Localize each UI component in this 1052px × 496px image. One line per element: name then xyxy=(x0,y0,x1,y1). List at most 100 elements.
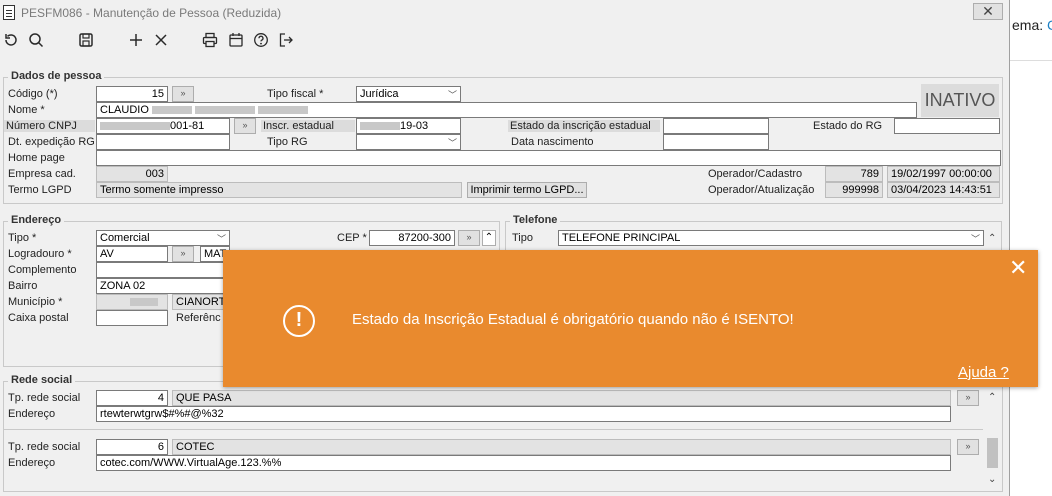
add-icon[interactable] xyxy=(125,27,147,53)
toolbar xyxy=(0,27,1009,55)
rede-tp-name-field: QUE PASA xyxy=(172,390,951,406)
nome-label: Nome * xyxy=(8,104,45,116)
tipo-rg-label: Tipo RG xyxy=(267,136,308,148)
cnpj-label: Número CNPJ xyxy=(4,120,95,132)
home-page-field[interactable] xyxy=(96,150,1001,166)
endereco-scroll-up[interactable]: ⌃ xyxy=(482,230,496,246)
rede-tp-code-field[interactable]: 4 xyxy=(96,390,168,406)
window-title: PESFM086 - Manutenção de Pessoa (Reduzid… xyxy=(21,6,282,20)
bairro-field[interactable]: ZONA 02 xyxy=(96,278,230,294)
scrollbar-thumb[interactable] xyxy=(987,438,998,468)
search-icon[interactable] xyxy=(25,27,47,53)
codigo-label: Código (*) xyxy=(8,88,58,100)
dados-pessoa-title: Dados de pessoa xyxy=(8,70,105,82)
telefone-title: Telefone xyxy=(510,214,561,226)
rede-endereco-field[interactable]: rtewterwtgrw$#%#@%32 xyxy=(96,406,951,422)
estado-inscricao-label: Estado da inscrição estadual xyxy=(508,120,660,132)
rede-lookup-button[interactable]: » xyxy=(957,439,979,455)
inscr-estadual-label: Inscr. estadual xyxy=(261,120,355,132)
tipo-rg-select[interactable]: ﹀ xyxy=(356,134,461,150)
municipio-name-field: CIANORT xyxy=(172,294,230,310)
rede-endereco-field[interactable]: cotec.com/WWW.VirtualAge.123.%% xyxy=(96,455,951,471)
chevron-down-icon: ﹀ xyxy=(447,90,457,100)
window-close-button[interactable]: ✕ xyxy=(973,3,1003,20)
rede-lookup-button[interactable]: » xyxy=(957,390,979,406)
rede-social-title: Rede social xyxy=(8,374,76,386)
alert-icon: ! xyxy=(283,305,315,337)
data-nascimento-label: Data nascimento xyxy=(511,136,594,148)
logradouro-lookup-button[interactable]: » xyxy=(172,246,194,262)
delete-icon[interactable] xyxy=(150,27,172,53)
title-bar: PESFM086 - Manutenção de Pessoa (Reduzid… xyxy=(0,0,1009,26)
tipo-fiscal-select[interactable]: Jurídica ﹀ xyxy=(356,86,461,102)
logradouro-label: Logradouro * xyxy=(8,248,72,260)
caixa-postal-label: Caixa postal xyxy=(8,312,69,324)
toast-message: Estado da Inscrição Estadual é obrigatór… xyxy=(352,311,794,328)
complemento-label: Complemento xyxy=(8,264,77,276)
logradouro-tipo-field[interactable]: AV xyxy=(96,246,168,262)
termo-lgpd-label: Termo LGPD xyxy=(8,184,72,196)
estado-rg-label: Estado do RG xyxy=(813,120,883,132)
main-window: PESFM086 - Manutenção de Pessoa (Reduzid… xyxy=(0,0,1010,496)
empresa-field: 003 xyxy=(96,166,168,182)
rede-tp-label: Tp. rede social xyxy=(8,441,81,453)
rede-endereco-label: Endereço xyxy=(8,457,56,469)
imprimir-termo-button[interactable]: Imprimir termo LGPD... xyxy=(467,182,587,198)
cnpj-lookup-button[interactable]: » xyxy=(234,118,256,134)
cep-lookup-button[interactable]: » xyxy=(458,230,480,246)
telefone-scroll-up-icon[interactable]: ⌃ xyxy=(988,233,996,244)
complemento-field[interactable] xyxy=(96,262,230,278)
rede-endereco-label: Endereço xyxy=(8,408,56,420)
rede-divider xyxy=(4,429,983,430)
calendar-icon[interactable] xyxy=(225,27,247,53)
help-icon[interactable] xyxy=(250,27,272,53)
rede-tp-name-field: COTEC xyxy=(172,439,951,455)
background-page: ema: C xyxy=(1010,0,1052,496)
home-page-label: Home page xyxy=(8,152,65,164)
toast-help-link[interactable]: Ajuda ? xyxy=(958,364,1009,381)
rede-tp-code-field[interactable]: 6 xyxy=(96,439,168,455)
toast-close-icon[interactable]: ✕ xyxy=(1009,257,1027,279)
print-icon[interactable] xyxy=(199,27,221,53)
background-divider xyxy=(1010,60,1052,61)
dt-expedicao-label: Dt. expedição RG xyxy=(8,136,95,148)
refresh-icon[interactable] xyxy=(0,27,22,53)
endereco-tipo-label: Tipo * xyxy=(8,232,37,244)
estado-rg-field[interactable] xyxy=(894,118,1000,134)
chevron-down-icon: ﹀ xyxy=(970,234,980,244)
cep-field[interactable]: 87200-300 xyxy=(369,230,455,246)
operador-cadastro-field: 789 xyxy=(825,166,883,182)
data-atualizacao-field: 03/04/2023 14:43:51 xyxy=(887,182,1000,198)
dt-expedicao-field[interactable] xyxy=(96,134,230,150)
rede-tp-label: Tp. rede social xyxy=(8,392,81,404)
inscr-estadual-field[interactable]: 19-03 xyxy=(356,118,461,134)
data-nascimento-field[interactable] xyxy=(663,134,769,150)
municipio-label: Município * xyxy=(8,296,63,308)
caixa-postal-field[interactable] xyxy=(96,310,168,326)
tipo-fiscal-label: Tipo fiscal * xyxy=(267,88,324,100)
data-cadastro-field: 19/02/1997 00:00:00 xyxy=(887,166,1000,182)
scroll-up-icon[interactable]: ⌃ xyxy=(988,392,996,403)
operador-atualizacao-field: 999998 xyxy=(825,182,883,198)
chevron-down-icon: ﹀ xyxy=(216,234,226,244)
empresa-label: Empresa cad. xyxy=(8,168,76,180)
telefone-tipo-select[interactable]: TELEFONE PRINCIPAL ﹀ xyxy=(558,230,984,246)
termo-lgpd-field: Termo somente impresso xyxy=(96,182,462,198)
bairro-label: Bairro xyxy=(8,280,38,292)
cep-label: CEP * xyxy=(337,232,367,244)
referencia-label: Referênc xyxy=(176,312,221,324)
operador-atualizacao-label: Operador/Atualização xyxy=(708,184,815,196)
chevron-down-icon: ﹀ xyxy=(447,138,457,148)
cnpj-field[interactable]: 001-81 xyxy=(96,118,230,134)
codigo-lookup-button[interactable]: » xyxy=(172,86,194,102)
exit-icon[interactable] xyxy=(275,27,297,53)
estado-inscricao-field[interactable] xyxy=(663,118,769,134)
endereco-tipo-select[interactable]: Comercial ﹀ xyxy=(96,230,230,246)
nome-field[interactable]: CLAUDIO xyxy=(96,102,917,118)
rede-scrollbar[interactable]: ⌃ ⌄ xyxy=(985,390,1000,490)
scroll-down-icon[interactable]: ⌄ xyxy=(988,474,996,485)
codigo-field[interactable]: 15 xyxy=(96,86,168,102)
save-icon[interactable] xyxy=(75,27,97,53)
municipio-code-field xyxy=(96,294,168,310)
background-text: ema: C xyxy=(1012,17,1052,33)
